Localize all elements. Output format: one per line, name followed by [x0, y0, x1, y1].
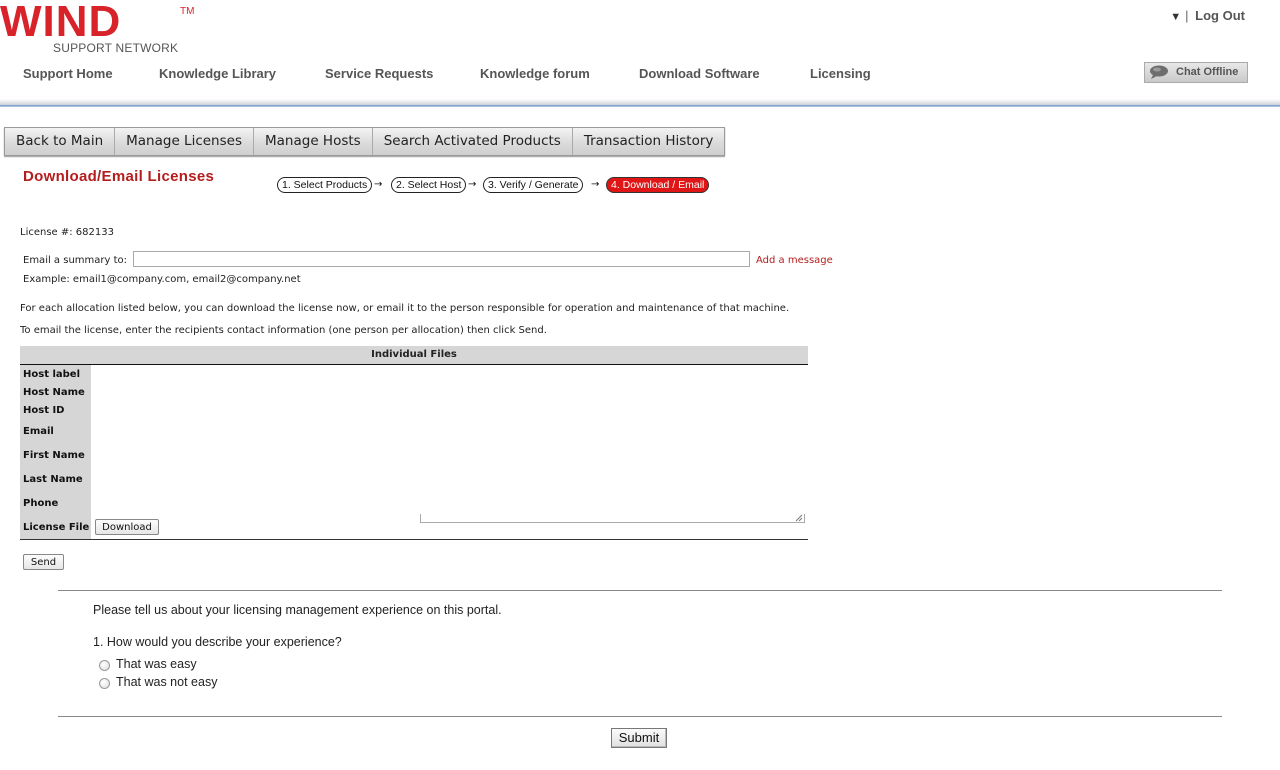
chat-offline-button[interactable]: Chat Offline	[1144, 62, 1248, 83]
email-summary-input[interactable]	[133, 251, 750, 267]
tab-back-to-main[interactable]: Back to Main	[5, 128, 116, 155]
survey-intro: Please tell us about your licensing mana…	[93, 603, 502, 617]
nav-item-service-requests[interactable]: Service Requests	[325, 66, 433, 81]
download-button[interactable]: Download	[95, 519, 159, 535]
header-divider	[0, 99, 1280, 107]
step-download-email: 4. Download / Email	[606, 177, 710, 193]
dropdown-arrow-icon[interactable]: ▼	[1170, 11, 1181, 23]
chat-bubble-icon	[1150, 65, 1168, 79]
logo-wordmark: WIND	[0, 0, 122, 46]
nav-item-support-home[interactable]: Support Home	[23, 66, 113, 81]
resize-handle-icon[interactable]	[794, 513, 803, 522]
email-summary-label: Email a summary to:	[23, 255, 128, 266]
wind-logo[interactable]: WIND	[0, 0, 121, 46]
row-label-email: Email	[23, 426, 54, 437]
email-example: Example: email1@company.com, email2@comp…	[23, 274, 301, 285]
step-verify-generate: 3. Verify / Generate	[483, 177, 584, 193]
logout-link[interactable]: Log Out	[1195, 8, 1245, 23]
message-textarea[interactable]	[420, 514, 805, 523]
row-label-host-name: Host Name	[23, 387, 85, 398]
survey-question: 1. How would you describe your experienc…	[93, 635, 342, 649]
radio-not-easy[interactable]	[99, 678, 110, 689]
page-title: Download/Email Licenses	[23, 168, 215, 185]
row-label-phone: Phone	[23, 498, 59, 509]
table-bottom-border	[20, 539, 808, 540]
individual-files-header: Individual Files	[20, 346, 808, 365]
send-button[interactable]: Send	[23, 554, 64, 570]
chat-label: Chat Offline	[1176, 66, 1239, 78]
nav-item-download-software[interactable]: Download Software	[639, 66, 760, 81]
logo-subtitle: SUPPORT NETWORK	[53, 41, 179, 55]
separator: |	[1185, 8, 1189, 23]
tab-bar: Back to Main Manage Licenses Manage Host…	[4, 127, 726, 156]
survey-divider-top	[58, 590, 1222, 591]
row-label-host-id: Host ID	[23, 405, 65, 416]
row-label-host-label: Host label	[23, 369, 80, 380]
radio-easy[interactable]	[99, 660, 110, 671]
tab-search-activated-products[interactable]: Search Activated Products	[373, 128, 573, 155]
row-label-first-name: First Name	[23, 450, 85, 461]
submit-button[interactable]: Submit	[611, 728, 667, 748]
tab-manage-hosts[interactable]: Manage Hosts	[254, 128, 373, 155]
tab-manage-licenses[interactable]: Manage Licenses	[115, 128, 254, 155]
instructions-text: For each allocation listed below, you ca…	[20, 303, 790, 314]
step-select-host: 2. Select Host	[391, 177, 467, 193]
nav-item-licensing[interactable]: Licensing	[810, 66, 871, 81]
survey-divider-bottom	[58, 716, 1222, 717]
nav-item-knowledge-forum[interactable]: Knowledge forum	[480, 66, 590, 81]
step-arrow-icon: →	[374, 179, 383, 190]
trademark-mark: TM	[180, 6, 195, 17]
instructions-text-2: To email the license, enter the recipien…	[20, 325, 547, 336]
nav-item-knowledge-library[interactable]: Knowledge Library	[159, 66, 276, 81]
account-menu: ▼ | Log Out	[1170, 8, 1245, 23]
tab-transaction-history[interactable]: Transaction History	[573, 128, 725, 155]
license-number: License #: 682133	[20, 227, 114, 238]
option-not-easy-label[interactable]: That was not easy	[116, 675, 217, 689]
step-select-products: 1. Select Products	[277, 177, 373, 193]
row-label-last-name: Last Name	[23, 474, 83, 485]
add-message-link[interactable]: Add a message	[756, 255, 833, 266]
row-label-license-file: License File	[23, 522, 90, 533]
step-arrow-icon: →	[591, 179, 600, 190]
option-easy-label[interactable]: That was easy	[116, 657, 197, 671]
step-arrow-icon: →	[468, 179, 477, 190]
